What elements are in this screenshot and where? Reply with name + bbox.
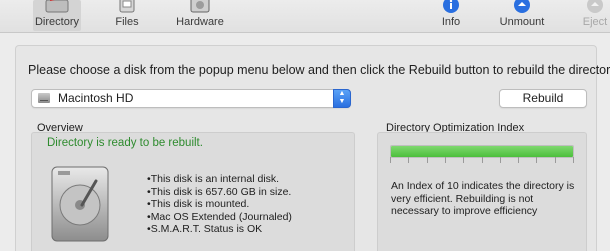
- meter-tick: [481, 157, 483, 163]
- index-note: An Index of 10 indicates the directory i…: [391, 180, 575, 217]
- hard-drive-icon: [51, 166, 109, 242]
- eject-icon: [587, 0, 603, 13]
- meter-tick: [426, 157, 428, 163]
- disk-popup-button[interactable]: Macintosh HD ▲ ▼: [31, 89, 351, 108]
- toolbar-directory-button[interactable]: Directory: [33, 0, 81, 31]
- toolbar-info-label: Info: [441, 16, 461, 28]
- hard-disk-icon: [38, 93, 50, 103]
- optimization-index-ticks: [390, 157, 574, 163]
- toolbar-eject-button[interactable]: Eject: [580, 0, 610, 31]
- meter-tick: [536, 157, 538, 163]
- files-icon: [119, 0, 135, 13]
- instruction-text: Please choose a disk from the popup menu…: [28, 63, 610, 77]
- directory-icon: [45, 0, 69, 13]
- toolbar-unmount-label: Unmount: [499, 16, 545, 28]
- toolbar-hardware-label: Hardware: [176, 16, 224, 28]
- toolbar-directory-label: Directory: [34, 16, 79, 28]
- rebuild-button[interactable]: Rebuild: [499, 89, 587, 108]
- toolbar-info-button[interactable]: Info: [431, 0, 471, 31]
- disk-popup-value: Macintosh HD: [58, 91, 134, 105]
- disk-fact-item: S.M.A.R.T. Status is OK: [147, 223, 292, 236]
- meter-tick: [518, 157, 520, 163]
- disk-fact-item: This disk is an internal disk.: [147, 173, 292, 186]
- directory-status: Directory is ready to be rebuilt.: [47, 137, 203, 149]
- toolbar-hardware-button[interactable]: Hardware: [174, 0, 226, 31]
- meter-tick: [573, 157, 574, 163]
- toolbar-files-label: Files: [115, 16, 139, 28]
- optimization-index-fill: [391, 146, 573, 157]
- meter-tick: [463, 157, 465, 163]
- info-icon: [443, 0, 459, 13]
- unmount-icon: [514, 0, 530, 13]
- meter-tick: [554, 157, 556, 163]
- meter-tick: [408, 157, 410, 163]
- hardware-icon: [190, 0, 210, 13]
- disk-fact-item: Mac OS Extended (Journaled): [147, 211, 292, 224]
- toolbar: Directory Files Hardware Info Unmount Ej…: [0, 0, 610, 33]
- toolbar-unmount-button[interactable]: Unmount: [494, 0, 550, 31]
- meter-tick: [499, 157, 501, 163]
- popup-chevrons-icon: ▲ ▼: [333, 89, 351, 108]
- meter-tick: [444, 157, 446, 163]
- meter-tick: [390, 157, 391, 163]
- disk-fact-item: This disk is 657.60 GB in size.: [147, 186, 292, 199]
- disk-fact-item: This disk is mounted.: [147, 198, 292, 211]
- toolbar-files-button[interactable]: Files: [106, 0, 148, 31]
- toolbar-eject-label: Eject: [582, 16, 608, 28]
- disk-facts-list: This disk is an internal disk. This disk…: [147, 173, 292, 236]
